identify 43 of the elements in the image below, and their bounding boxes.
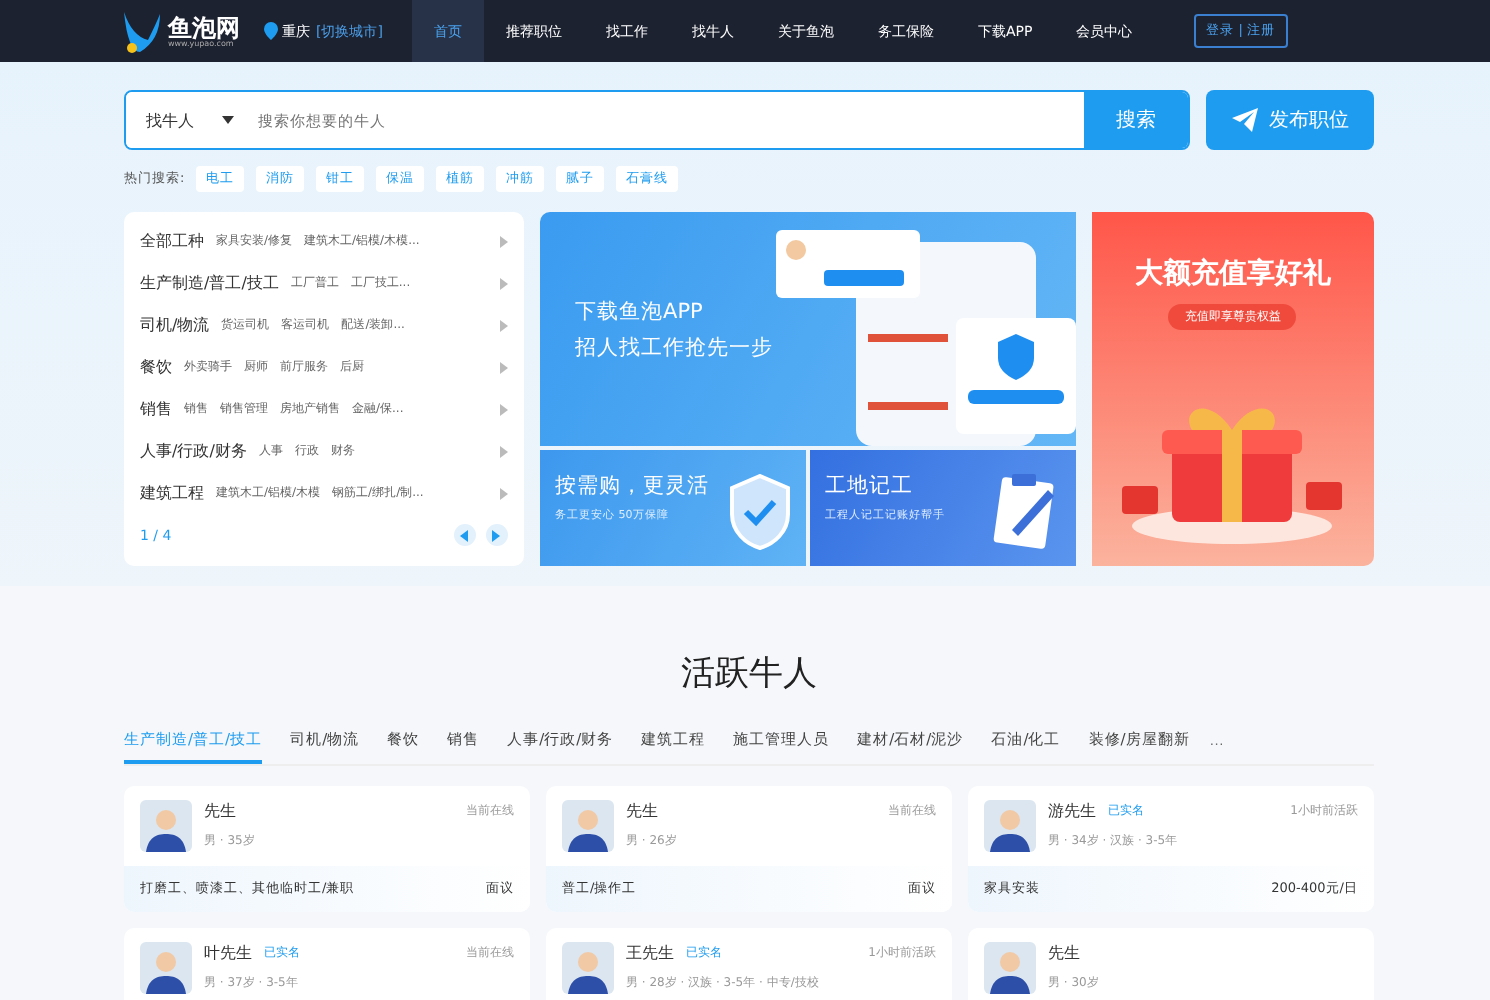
worker-name: 叶先生 [204, 942, 252, 964]
chevron-right-icon [499, 403, 508, 415]
chevron-right-icon [499, 361, 508, 373]
banner-title: 下载鱼泡APP [575, 297, 705, 325]
category-title[interactable]: 生产制造/普工/技工 [140, 272, 279, 294]
avatar-icon [140, 800, 192, 852]
logo-text: 鱼泡网 [168, 15, 240, 39]
category-title[interactable]: 人事/行政/财务 [140, 440, 247, 462]
arrow-right-icon [492, 529, 501, 541]
chevron-right-icon [499, 277, 508, 289]
banner-title: 工地记工 [825, 472, 916, 500]
category-title[interactable]: 建筑工程 [140, 482, 204, 504]
avatar-icon [562, 800, 614, 852]
banner-title: 按需购，更灵活 [555, 472, 712, 500]
worker-name: 王先生 [626, 942, 674, 964]
worker-name: 游先生 [1048, 800, 1096, 822]
chevron-right-icon [499, 319, 508, 331]
avatar-icon [140, 942, 192, 994]
category-title[interactable]: 司机/物流 [140, 314, 210, 336]
category-title[interactable]: 全部工种 [140, 230, 204, 252]
arrow-left-icon [460, 529, 469, 541]
previous-page-button[interactable] [453, 524, 476, 546]
category-title[interactable]: 销售 [140, 398, 172, 420]
avatar-icon [562, 942, 614, 994]
paper-plane-icon [1231, 108, 1257, 132]
avatar-icon [984, 800, 1036, 852]
chevron-right-icon [499, 445, 508, 457]
chevron-right-icon [499, 235, 508, 247]
next-page-button[interactable] [485, 524, 508, 546]
banner-subtitle: 招人找工作抢先一步 [575, 333, 774, 361]
worker-name: 先生 [204, 800, 236, 822]
shield-check-icon [729, 474, 790, 550]
worker-name: 先生 [1048, 942, 1080, 964]
category-title[interactable]: 餐饮 [140, 356, 172, 378]
worker-name: 先生 [626, 800, 658, 822]
avatar-icon [984, 942, 1036, 994]
logo-icon [120, 7, 164, 55]
chevron-right-icon [499, 487, 508, 499]
banner-title: 大额充值享好礼 [1134, 256, 1331, 292]
location-pin-icon [264, 22, 278, 40]
caret-icon [222, 116, 234, 124]
clipboard-pen-icon [991, 470, 1060, 550]
section-title: 活跃牛人 [679, 652, 819, 696]
